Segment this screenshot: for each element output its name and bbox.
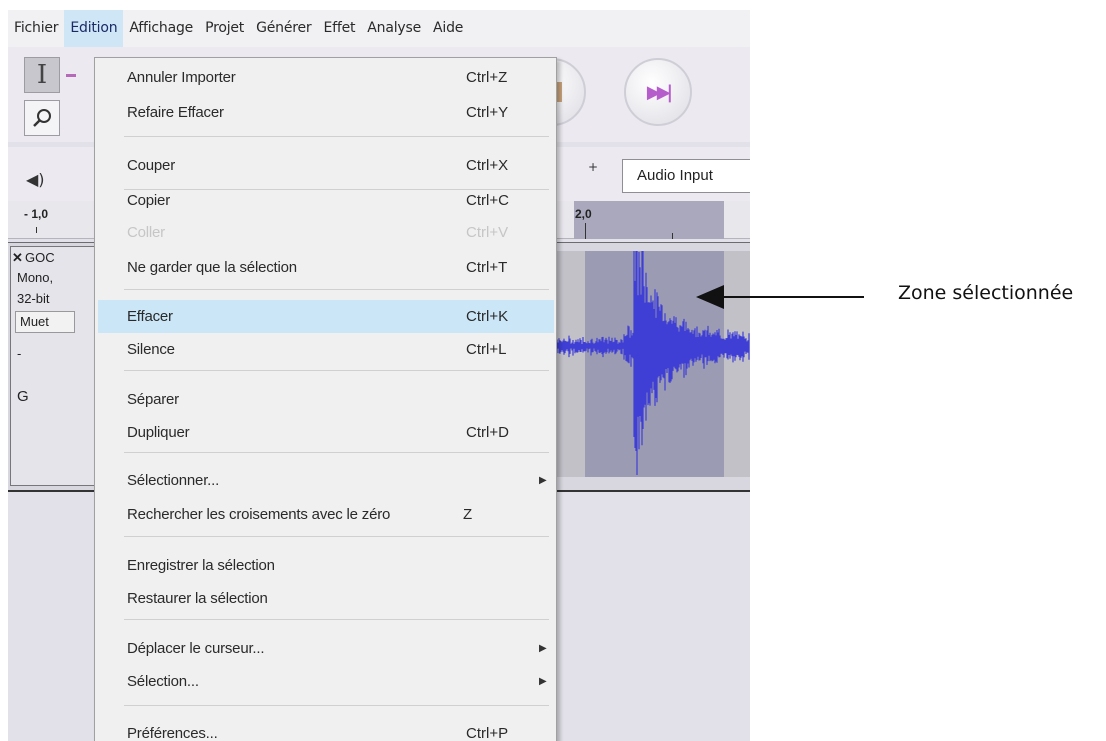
menu-item-label: Dupliquer: [127, 424, 190, 441]
pan-slider[interactable]: G: [17, 388, 29, 405]
menu-item-selection[interactable]: Sélection... ▶: [98, 665, 554, 698]
menu-item-refaire-effacer[interactable]: Refaire Effacer Ctrl+Y: [98, 96, 554, 129]
menu-separator: [124, 370, 549, 371]
menu-item-label: Sélectionner...: [127, 472, 220, 489]
magnifier-icon: [33, 109, 51, 127]
menu-affichage[interactable]: Affichage: [123, 10, 199, 47]
menu-item-separer[interactable]: Séparer: [98, 383, 554, 416]
annotation-arrow-line: [714, 296, 864, 298]
menu-item-shortcut: Ctrl+X: [466, 157, 509, 174]
menu-item-label: Copier: [127, 192, 170, 209]
menu-item-preferences[interactable]: Préférences... Ctrl+P: [98, 717, 554, 741]
menu-edition[interactable]: Edition: [64, 10, 124, 47]
menu-item-shortcut: Z: [463, 506, 473, 523]
track-format-info: 32-bit: [17, 291, 50, 306]
submenu-arrow-icon: ▶: [539, 676, 547, 687]
ruler-tick: [672, 233, 673, 239]
skip-to-end-icon: ▶▶|: [646, 81, 673, 103]
menu-separator: [124, 619, 549, 620]
menu-item-shortcut: Ctrl+P: [466, 725, 509, 741]
speaker-icon: ◀): [26, 170, 45, 189]
close-track-icon[interactable]: ✕: [12, 250, 23, 266]
menu-item-ne-garder-que-la-selection[interactable]: Ne garder que la sélection Ctrl+T: [98, 251, 554, 284]
menu-item-deplacer-le-curseur[interactable]: Déplacer le curseur... ▶: [98, 632, 554, 665]
menu-separator: [124, 452, 549, 453]
track-control-panel: ✕ GOC Mono, 32-bit Muet - G: [10, 246, 102, 486]
menu-item-label: Annuler Importer: [127, 69, 236, 86]
menu-item-label: Séparer: [127, 391, 179, 408]
gain-slider[interactable]: -: [17, 346, 21, 361]
menu-separator: [124, 136, 549, 137]
menu-item-copier[interactable]: Copier Ctrl+C: [98, 184, 554, 217]
menu-item-shortcut: Ctrl+L: [466, 341, 507, 358]
menu-item-label: Sélection...: [127, 673, 199, 690]
menu-item-shortcut: Ctrl+C: [466, 192, 509, 209]
menu-item-effacer[interactable]: Effacer Ctrl+K: [98, 300, 554, 333]
menu-item-shortcut: Ctrl+T: [466, 259, 508, 276]
menu-item-rechercher-les-croisements-avec-le-zero[interactable]: Rechercher les croisements avec le zéro Z: [98, 498, 554, 531]
i-beam-icon: I: [36, 60, 48, 90]
ruler-tick: [36, 227, 37, 233]
annotation-label: Zone sélectionnée: [898, 282, 1074, 304]
menu-item-enregistrer-la-selection[interactable]: Enregistrer la sélection: [98, 549, 554, 582]
plus-icon: +: [588, 160, 599, 174]
menu-item-couper[interactable]: Couper Ctrl+X: [98, 149, 554, 182]
audacity-window: Fichier Edition Affichage Projet Générer…: [8, 10, 750, 741]
menu-item-shortcut: Ctrl+V: [466, 224, 509, 241]
menu-item-dupliquer[interactable]: Dupliquer Ctrl+D: [98, 416, 554, 449]
ruler-selection: [574, 201, 724, 239]
menu-item-label: Couper: [127, 157, 175, 174]
submenu-arrow-icon: ▶: [539, 475, 547, 486]
menu-item-label: Préférences...: [127, 725, 218, 741]
ruler-tick: [585, 223, 586, 239]
menu-separator: [124, 705, 549, 706]
menu-bar: Fichier Edition Affichage Projet Générer…: [8, 10, 750, 47]
menu-item-label: Effacer: [127, 308, 173, 325]
menu-item-label: Coller: [127, 224, 165, 241]
skip-to-end-button[interactable]: ▶▶|: [624, 58, 692, 126]
menu-fichier[interactable]: Fichier: [8, 10, 64, 47]
menu-item-label: Rechercher les croisements avec le zéro: [127, 506, 391, 523]
menu-item-shortcut: Ctrl+Z: [466, 69, 508, 86]
edition-dropdown-menu: Annuler Importer Ctrl+Z Refaire Effacer Ctr…: [94, 57, 557, 741]
menu-item-label: Ne garder que la sélection: [127, 259, 297, 276]
menu-generer[interactable]: Générer: [250, 10, 317, 47]
menu-item-silence[interactable]: Silence Ctrl+L: [98, 333, 554, 366]
menu-item-coller: Coller Ctrl+V: [98, 216, 554, 249]
menu-projet[interactable]: Projet: [199, 10, 250, 47]
envelope-tool-marker: [66, 74, 76, 77]
track-channel-info: Mono,: [17, 270, 54, 285]
menu-item-restaurer-la-selection[interactable]: Restaurer la sélection: [98, 582, 554, 615]
menu-item-label: Silence: [127, 341, 175, 358]
menu-effet[interactable]: Effet: [317, 10, 361, 47]
selection-tool-button[interactable]: I: [24, 57, 60, 93]
audio-input-select[interactable]: Audio Input: [622, 159, 750, 193]
menu-item-annuler-importer[interactable]: Annuler Importer Ctrl+Z: [98, 61, 554, 94]
menu-item-label: Enregistrer la sélection: [127, 557, 275, 574]
menu-item-shortcut: Ctrl+D: [466, 424, 509, 441]
ruler-label-minus-1: - 1,0: [24, 207, 49, 221]
zoom-tool-button[interactable]: [24, 100, 60, 136]
menu-item-label: Déplacer le curseur...: [127, 640, 265, 657]
mute-button[interactable]: Muet: [15, 311, 75, 333]
menu-item-shortcut: Ctrl+K: [466, 308, 509, 325]
menu-separator: [124, 536, 549, 537]
menu-aide[interactable]: Aide: [427, 10, 469, 47]
ruler-label-2: 2,0: [575, 207, 592, 221]
menu-item-shortcut: Ctrl+Y: [466, 104, 509, 121]
menu-item-label: Refaire Effacer: [127, 104, 224, 121]
menu-separator: [124, 289, 549, 290]
track-name-menu[interactable]: GOC: [25, 250, 55, 265]
menu-item-selectionner[interactable]: Sélectionner... ▶: [98, 464, 554, 497]
menu-item-label: Restaurer la sélection: [127, 590, 268, 607]
submenu-arrow-icon: ▶: [539, 643, 547, 654]
menu-analyse[interactable]: Analyse: [361, 10, 427, 47]
